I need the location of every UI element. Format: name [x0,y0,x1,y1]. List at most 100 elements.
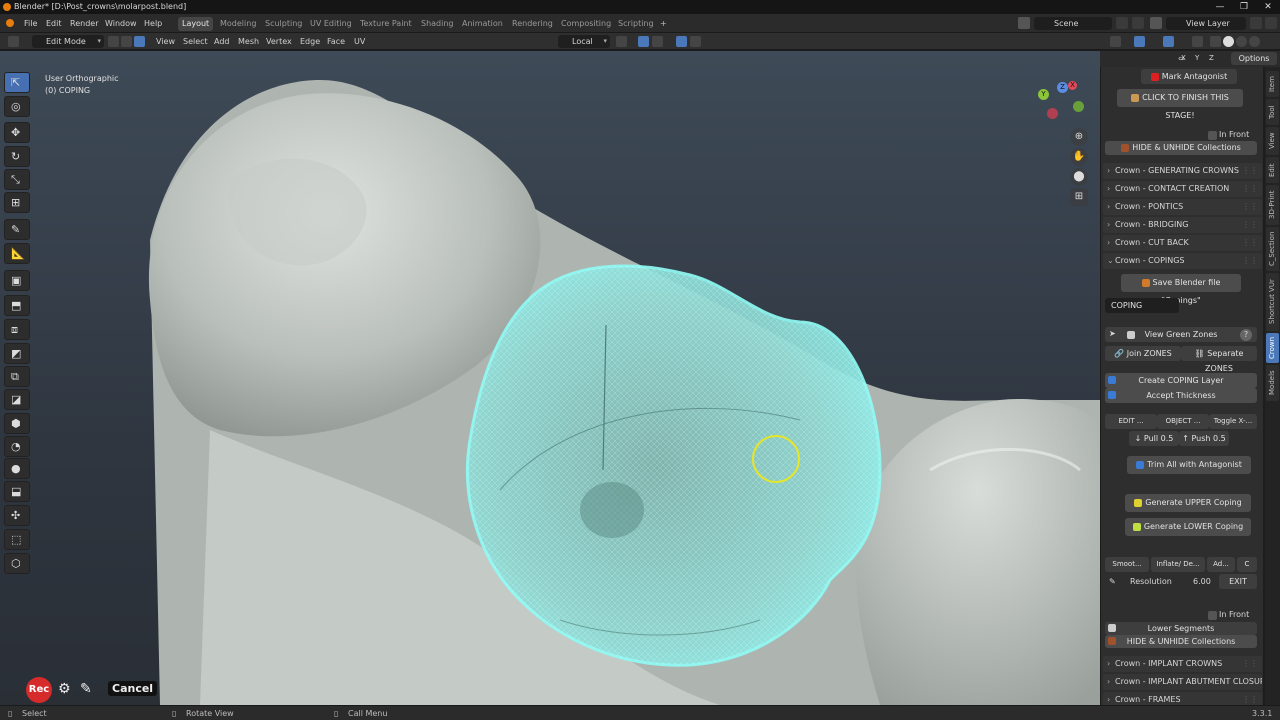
object-mode-button[interactable]: OBJECT ... [1157,414,1209,429]
add-workspace-button[interactable]: + [656,17,671,31]
tab-shading[interactable]: Shading [417,17,458,31]
pivot-icon[interactable] [616,36,627,47]
select-tool[interactable]: ⇱ [4,72,30,93]
shrink-fatten-tool[interactable]: ✣ [4,505,30,526]
orientation-dropdown[interactable]: Local ▾ [558,35,610,48]
3d-viewport[interactable] [0,51,1100,705]
rendered-shading-icon[interactable] [1249,36,1260,47]
section-contact-creation[interactable]: Crown - CONTACT CREATION⋮⋮ [1103,181,1262,197]
gizmo-neg-x-axis[interactable] [1047,108,1058,119]
material-shading-icon[interactable] [1236,36,1247,47]
section-implant-crowns[interactable]: Crown - IMPLANT CROWNS⋮⋮ [1103,656,1262,672]
add-brush-button[interactable]: Ad... [1207,557,1235,572]
toggle-xray-button[interactable]: Toggle X-... [1209,414,1257,429]
tab-3d-print[interactable]: 3D-Print [1266,185,1279,225]
gizmo-toggle-icon[interactable] [1134,36,1145,47]
gizmo-neg-y-axis[interactable] [1073,101,1084,112]
tab-c-section[interactable]: C_Section [1266,227,1279,271]
snap-icon[interactable] [638,36,649,47]
snap-target-icon[interactable] [652,36,663,47]
vertex-select-icon[interactable] [108,36,119,47]
zoom-icon[interactable]: ⊕ [1070,128,1088,146]
mark-antagonist-button[interactable]: Mark Antagonist [1141,69,1237,84]
section-bridging[interactable]: Crown - BRIDGING⋮⋮ [1103,217,1262,233]
section-copings[interactable]: Crown - COPINGS⋮⋮ [1103,253,1262,269]
pen-icon[interactable]: ✎ [80,681,92,697]
minimize-button[interactable]: — [1208,0,1232,14]
hide-unhide-collections-button-bottom[interactable]: HIDE & UNHIDE Collections [1105,635,1257,648]
tab-view[interactable]: View [1266,127,1279,155]
create-coping-layer-button[interactable]: Create COPING Layer [1105,373,1257,388]
transform-tool[interactable]: ⊞ [4,192,30,213]
visibility-icon[interactable] [1110,36,1121,47]
trim-all-antagonist-button[interactable]: Trim All with Antagonist [1127,456,1251,474]
menu-render[interactable]: Render [70,14,98,33]
in-front-checkbox-top[interactable] [1208,131,1217,140]
section-generating-crowns[interactable]: Crown - GENERATING CROWNS⋮⋮ [1103,163,1262,179]
gizmo-x-axis[interactable]: X [1068,81,1077,90]
axis-x-toggle[interactable]: X [1181,54,1186,62]
view-layer-icon[interactable] [1150,17,1162,29]
tab-item[interactable]: Item [1266,71,1279,97]
delete-scene-icon[interactable] [1132,17,1144,29]
cancel-button[interactable]: Cancel [108,681,158,696]
gizmo-z-axis[interactable]: Z [1057,82,1068,93]
edge-slide-tool[interactable]: ⬓ [4,481,30,502]
scale-tool[interactable]: ⤡ [4,169,30,190]
tab-uv-editing[interactable]: UV Editing [306,17,356,31]
move-tool[interactable]: ✥ [4,122,30,143]
scene-icon[interactable] [1018,17,1030,29]
tab-sculpting[interactable]: Sculpting [261,17,306,31]
section-frames[interactable]: Crown - FRAMES⋮⋮ [1103,692,1262,705]
inflate-brush-button[interactable]: Inflate/ De... [1151,557,1205,572]
rotate-tool[interactable]: ↻ [4,146,30,167]
record-button[interactable]: Rec [26,677,52,703]
proportional-edit-icon[interactable] [676,36,687,47]
generate-upper-coping-button[interactable]: Generate UPPER Coping [1125,494,1251,512]
tab-crown[interactable]: Crown [1266,333,1279,363]
smooth-tool[interactable]: ● [4,458,30,479]
save-copings-file-button[interactable]: Save Blender file "Copings" [1121,274,1241,305]
camera-icon[interactable]: ⬤ [1070,168,1088,186]
new-view-layer-icon[interactable] [1250,17,1262,29]
tab-compositing[interactable]: Compositing [557,17,615,31]
face-select-icon[interactable] [134,36,145,47]
lower-segments-button[interactable]: Lower Segments [1105,622,1257,635]
menu-select[interactable]: Select [183,33,208,50]
poly-build-tool[interactable]: ⬢ [4,413,30,434]
overlay-toggle-icon[interactable] [1163,36,1174,47]
tab-tool[interactable]: Tool [1266,99,1279,125]
falloff-icon[interactable] [690,36,701,47]
inset-tool[interactable]: ⧈ [4,319,30,340]
hide-unhide-collections-button-top[interactable]: HIDE & UNHIDE Collections [1105,141,1257,155]
section-cut-back[interactable]: Crown - CUT BACK⋮⋮ [1103,235,1262,251]
tab-models[interactable]: Models [1266,365,1279,401]
axis-y-toggle[interactable]: Y [1195,54,1199,62]
in-front-checkbox-bottom[interactable] [1208,611,1217,620]
join-zones-button[interactable]: 🔗 Join ZONES [1105,346,1181,361]
blender-menu-icon[interactable] [6,19,14,27]
view-layer-field[interactable]: View Layer [1166,17,1246,30]
bevel-tool[interactable]: ◩ [4,343,30,364]
menu-edge[interactable]: Edge [300,33,320,50]
menu-help[interactable]: Help [144,14,162,33]
spin-tool[interactable]: ◔ [4,436,30,457]
cursor-tool[interactable]: ◎ [4,96,30,117]
gear-icon[interactable]: ⚙ [58,681,71,697]
menu-uv[interactable]: UV [354,33,365,50]
c-brush-button[interactable]: C [1237,557,1257,572]
shear-tool[interactable]: ⬚ [4,529,30,550]
menu-view[interactable]: View [156,33,175,50]
scene-field[interactable]: Scene [1034,17,1112,30]
edge-select-icon[interactable] [121,36,132,47]
tab-texture-paint[interactable]: Texture Paint [356,17,416,31]
help-icon[interactable]: ? [1240,329,1252,341]
maximize-button[interactable]: ❐ [1232,0,1256,14]
new-scene-icon[interactable] [1116,17,1128,29]
coping-name-field[interactable]: COPING [1105,298,1179,313]
extrude-tool[interactable]: ⬒ [4,295,30,316]
tab-animation[interactable]: Animation [458,17,507,31]
options-button[interactable]: Options [1231,52,1277,65]
generate-lower-coping-button[interactable]: Generate LOWER Coping [1125,518,1251,536]
add-cube-tool[interactable]: ▣ [4,270,30,291]
